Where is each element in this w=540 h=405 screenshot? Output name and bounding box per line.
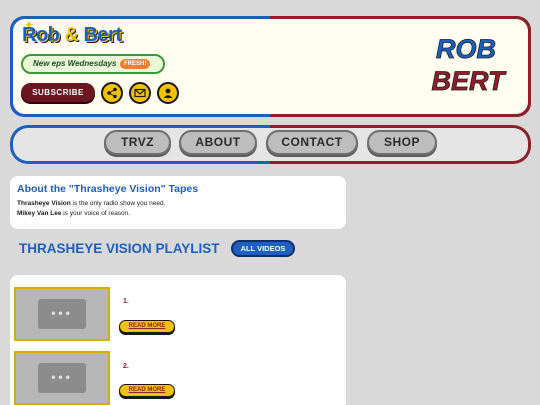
new-episodes-text: New eps Wednesdays <box>33 59 117 68</box>
nav-item-shop[interactable]: SHOP <box>367 130 437 155</box>
big-logo-bert: BERT <box>431 66 507 96</box>
fresh-badge: FRESH! <box>120 59 151 69</box>
host-name: Mikey Van Lee <box>17 210 62 217</box>
video-thumbnail[interactable]: ••• <box>14 351 110 405</box>
logo-word-rob: Rob <box>22 24 60 46</box>
all-videos-button[interactable]: ALL VIDEOS <box>231 240 295 257</box>
dots-icon: ••• <box>51 370 73 384</box>
new-episodes-pill: New eps Wednesdays FRESH! <box>21 54 165 74</box>
nav-item-trvz[interactable]: TRVZ <box>104 130 171 155</box>
about-line-1-text: is the only radio show you need. <box>70 200 166 207</box>
dots-icon: ••• <box>51 306 73 320</box>
list-item-number: 2. <box>123 363 129 370</box>
big-logo-rob: ROB <box>436 34 496 64</box>
share-icon[interactable] <box>101 82 123 104</box>
rob-bert-big-logo[interactable]: ROB BERT <box>416 30 516 100</box>
playlist-title: THRASHEYE VISION PLAYLIST <box>19 241 220 256</box>
about-line-2-text: is your voice of reason. <box>61 210 131 217</box>
play-placeholder: ••• <box>38 363 86 393</box>
read-more-button[interactable]: READ MORE <box>119 384 175 397</box>
user-icon[interactable] <box>157 82 179 104</box>
logo-ampersand: & <box>64 24 79 46</box>
about-line-2: Mikey Van Lee is your voice of reason. <box>17 210 130 217</box>
list-item-number: 1. <box>123 298 129 305</box>
subscribe-button[interactable]: SUBSCRIBE <box>21 83 95 102</box>
nav-item-contact[interactable]: CONTACT <box>266 130 358 155</box>
video-thumbnail[interactable]: ••• <box>14 287 110 341</box>
logo-word-bert: Bert <box>83 24 122 46</box>
show-name: Thrasheye Vision <box>17 200 71 207</box>
email-icon[interactable] <box>129 82 151 104</box>
subscribe-label: SUBSCRIBE <box>32 88 84 97</box>
about-card: About the "Thrasheye Vision" Tapes Thras… <box>10 176 346 229</box>
site-logo[interactable]: Rob & Bert <box>22 24 122 47</box>
nav-item-about[interactable]: ABOUT <box>179 130 257 155</box>
read-more-button[interactable]: READ MORE <box>119 320 175 333</box>
about-line-1: Thrasheye Vision is the only radio show … <box>17 200 165 207</box>
about-heading: About the "Thrasheye Vision" Tapes <box>17 183 199 195</box>
play-placeholder: ••• <box>38 299 86 329</box>
